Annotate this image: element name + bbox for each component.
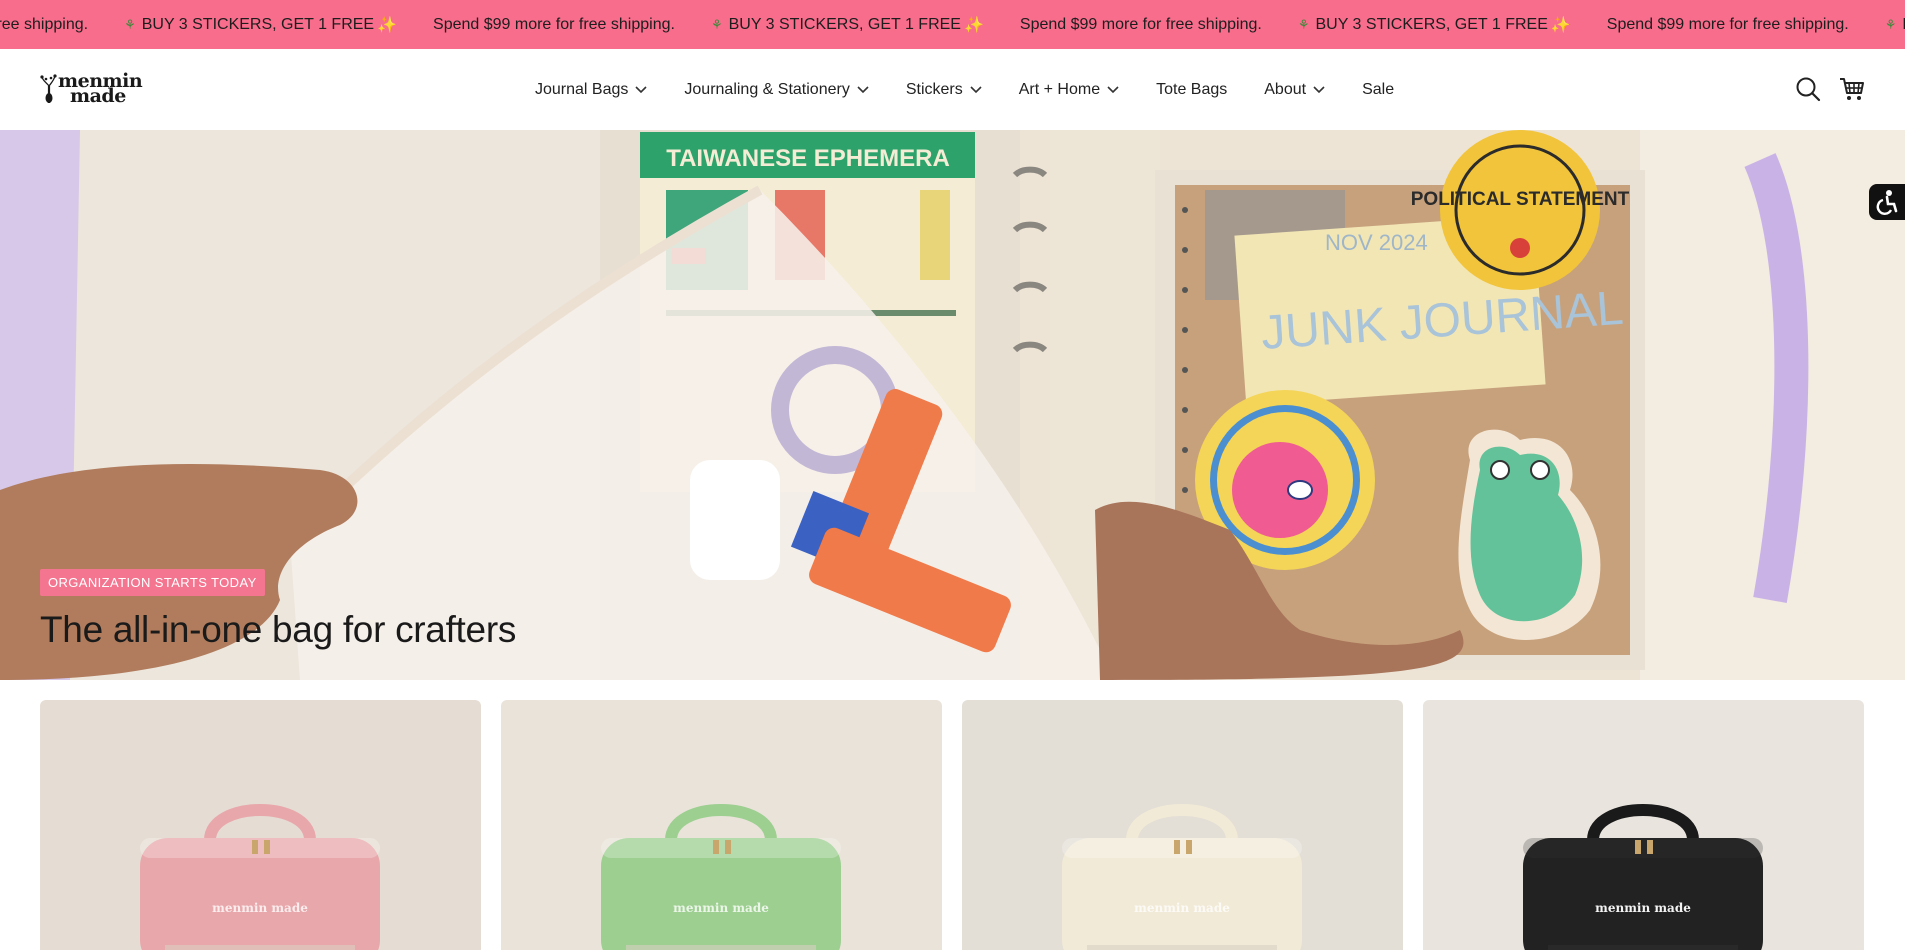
- cart-icon[interactable]: [1839, 76, 1865, 102]
- announcement-shipping: Spend $99 more for free shipping.: [1607, 16, 1885, 34]
- sprout-icon: ⚘: [710, 16, 723, 32]
- chevron-down-icon: [1107, 85, 1119, 93]
- product-card-pink[interactable]: menmin made: [40, 700, 481, 950]
- nav-item-label: About: [1264, 80, 1307, 98]
- bag-logo: menmin made: [212, 901, 308, 915]
- nav-item-tote-bags[interactable]: Tote Bags: [1156, 81, 1227, 99]
- scene-sticker-text: POLITICAL STATEMENT: [1411, 189, 1630, 210]
- sparkle-icon: ✨: [963, 16, 984, 34]
- bag-logo-text: menmin made: [673, 901, 769, 915]
- site-header: menmin made Journal Bags Journaling & Sta…: [0, 49, 1905, 130]
- announcement-shipping: free shipping.: [0, 16, 124, 34]
- product-card-black[interactable]: menmin made: [1423, 700, 1864, 950]
- bag-logo: menmin made: [1134, 901, 1230, 915]
- hero-headline: The all-in-one bag for crafters: [40, 609, 517, 650]
- announcement-text: Spend $99 more for free shipping.: [433, 15, 675, 33]
- nav-item-about[interactable]: About: [1264, 81, 1325, 99]
- product-card-cream[interactable]: menmin made: [962, 700, 1403, 950]
- scene-sign-text: TAIWANESE EPHEMERA: [666, 145, 950, 172]
- search-icon[interactable]: [1795, 76, 1821, 102]
- nav-item-label: Sale: [1362, 80, 1395, 98]
- hero-banner[interactable]: TAIWANESE EPHEMERA NOV 2024 JUNK JOURNAL…: [0, 130, 1905, 680]
- sparkle-icon: ✨: [377, 16, 398, 34]
- bag-logo: menmin made: [1595, 901, 1691, 915]
- header-actions: [1795, 76, 1865, 102]
- sprout-icon: ⚘: [124, 16, 136, 32]
- bag-logo-text: menmin made: [1134, 901, 1230, 915]
- nav-item-journal-bags[interactable]: Journal Bags: [535, 81, 647, 99]
- announcement-text: Spend $99 more for free shipping.: [1019, 15, 1262, 33]
- sprout-icon: ⚘: [1884, 16, 1897, 32]
- chevron-down-icon: [635, 85, 647, 93]
- announcement-promo: ⚘ BUY 3 STICKERS, GET 1 FREE✨: [711, 15, 1020, 35]
- nav-item-stickers[interactable]: Stickers: [906, 81, 982, 99]
- nav-item-label: Stickers: [905, 80, 963, 98]
- product-card-green[interactable]: menmin made: [501, 700, 942, 950]
- product-grid: menmin made menmin made menmin made menmin …: [40, 700, 1865, 950]
- chevron-down-icon: [1313, 85, 1325, 93]
- brand-logo[interactable]: menmin made: [40, 70, 143, 107]
- announcement-text: Spend $99 more for free shipping.: [1606, 15, 1849, 33]
- bag-logo-text: menmin made: [212, 901, 308, 915]
- chevron-down-icon: [857, 85, 869, 93]
- nav-item-sale[interactable]: Sale: [1362, 81, 1394, 99]
- hero-image: TAIWANESE EPHEMERA NOV 2024 JUNK JOURNAL…: [0, 130, 1905, 680]
- scene-note-date: NOV 2024: [1325, 230, 1428, 255]
- nav-item-journaling-stationery[interactable]: Journaling & Stationery: [684, 80, 869, 99]
- announcement-promo: ⚘ BUY 3 STICKERS, GET 1 FREE✨: [1298, 15, 1607, 35]
- announcement-text: free shipping.: [0, 15, 89, 33]
- nav-item-label: Journaling & Stationery: [684, 80, 850, 98]
- announcement-promo: ⚘BUY 3 STICKERS, GET 1 FREE✨: [1885, 15, 1905, 35]
- hero-eyebrow-badge: ORGANIZATION STARTS TODAY: [40, 569, 265, 596]
- nav-item-label: Journal Bags: [535, 80, 629, 98]
- bag-logo: menmin made: [673, 901, 769, 915]
- brand-line-2: made: [70, 85, 126, 107]
- main-nav: Journal Bags Journaling & Stationery Stick…: [535, 49, 1431, 130]
- nav-item-label: Art + Home: [1018, 80, 1101, 98]
- sparkle-icon: ✨: [1550, 16, 1571, 34]
- sprout-icon: ⚘: [1297, 16, 1310, 32]
- announcement-text: BUY 3 STICKERS, GET 1 FREE: [1315, 15, 1548, 33]
- nav-item-art-home[interactable]: Art + Home: [1019, 81, 1119, 99]
- nav-item-label: Tote Bags: [1156, 80, 1228, 98]
- bag-logo-text: menmin made: [1595, 901, 1691, 915]
- announcement-text: BUY 3 STICKERS, GET 1 FREE: [728, 15, 961, 33]
- announcement-text: BUY 3 STICKERS, GET 1 FREE: [141, 15, 375, 33]
- announcement-shipping: Spend $99 more for free shipping.: [433, 16, 711, 34]
- chevron-down-icon: [970, 85, 982, 93]
- announcement-shipping: Spend $99 more for free shipping.: [1020, 16, 1298, 34]
- accessibility-icon: [1876, 190, 1898, 215]
- announcement-track: free shipping. ⚘ BUY 3 STICKERS, GET 1 FRE…: [0, 0, 1905, 49]
- sprig-logo-icon: [40, 74, 57, 103]
- announcement-bar: free shipping. ⚘ BUY 3 STICKERS, GET 1 FRE…: [0, 0, 1905, 49]
- announcement-promo: ⚘ BUY 3 STICKERS, GET 1 FREE✨: [124, 15, 433, 35]
- accessibility-button[interactable]: [1869, 184, 1905, 220]
